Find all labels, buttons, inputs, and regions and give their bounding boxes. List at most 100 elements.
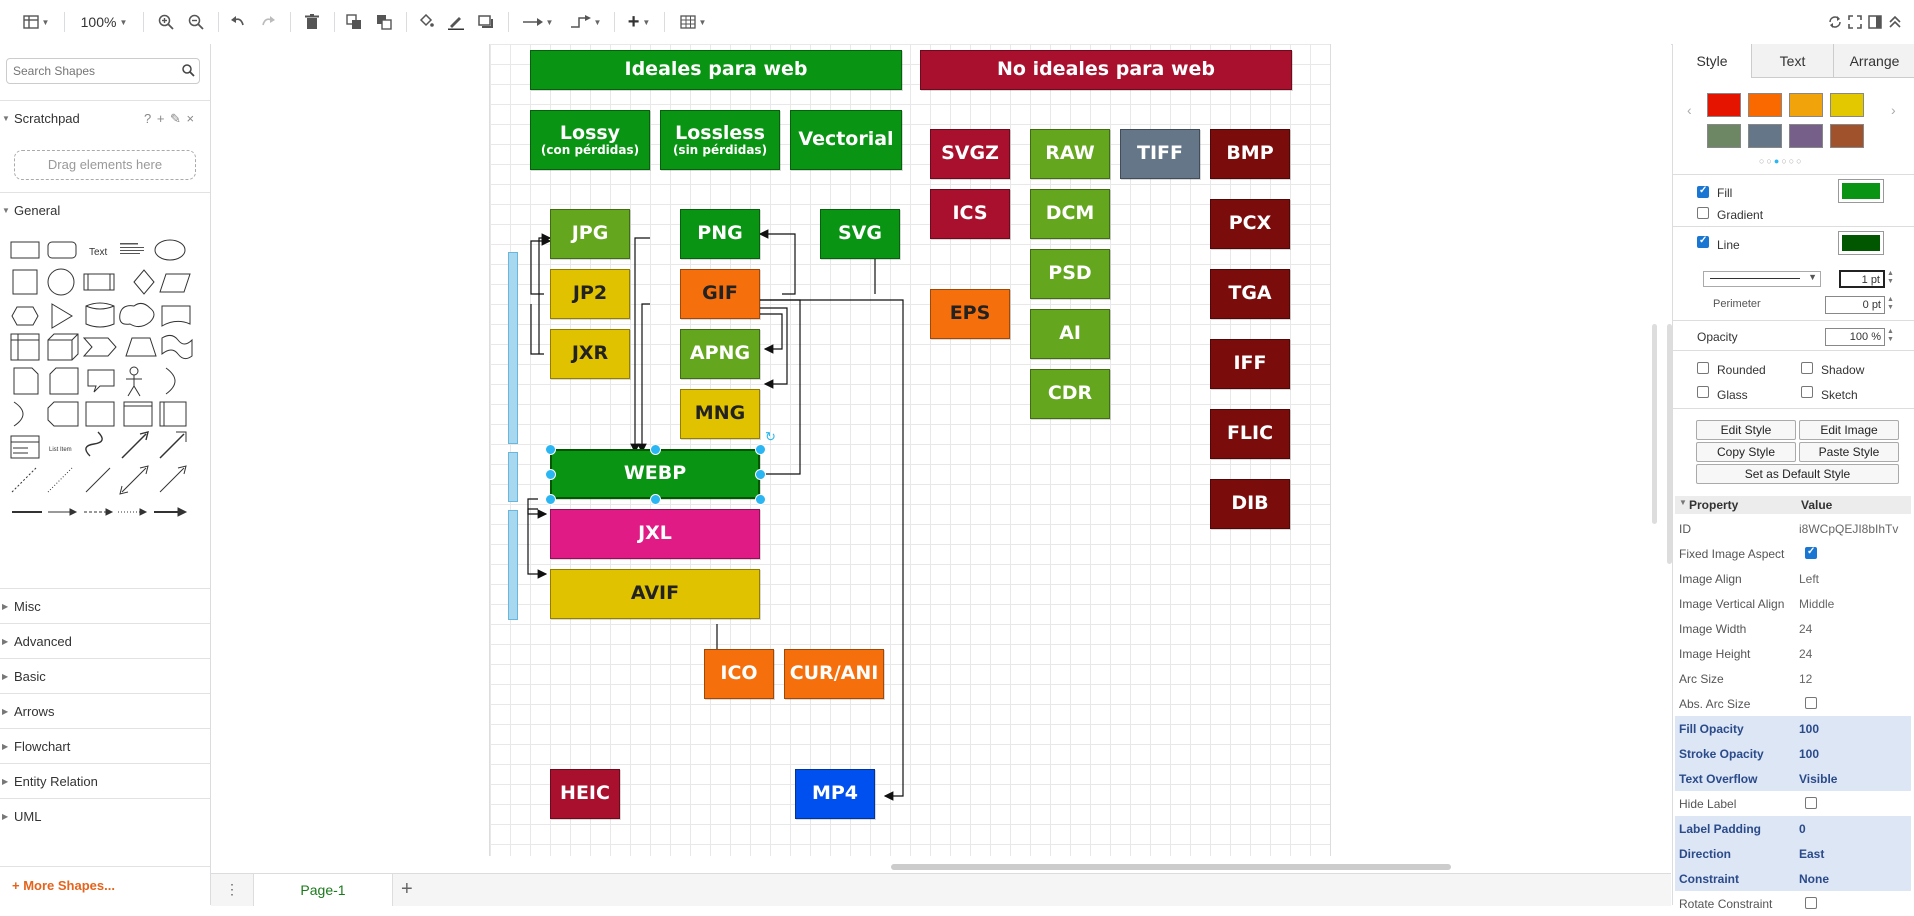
resize-handle[interactable]: [650, 494, 661, 505]
node-iff[interactable]: IFF: [1210, 339, 1290, 389]
resize-handle[interactable]: [755, 444, 766, 455]
node-jp2[interactable]: JP2: [550, 269, 630, 319]
node-psd[interactable]: PSD: [1030, 249, 1110, 299]
redo-icon[interactable]: [256, 10, 280, 34]
color-swatch[interactable]: [1707, 93, 1741, 117]
more-shapes-button[interactable]: + More Shapes...: [0, 866, 210, 905]
zoom-dropdown[interactable]: 100% ▼: [76, 10, 132, 34]
node-mp4[interactable]: MP4: [795, 769, 875, 819]
scratchpad-actions[interactable]: ? + ✎ ×: [144, 111, 195, 127]
rotate-handle-icon[interactable]: ↻: [765, 429, 776, 445]
line-width-input[interactable]: 1 pt: [1839, 270, 1885, 288]
property-value[interactable]: 24: [1799, 647, 1812, 661]
zoom-out-icon[interactable]: [184, 10, 208, 34]
section-arrows[interactable]: ▶ Arrows: [0, 693, 210, 728]
property-value[interactable]: 24: [1799, 622, 1812, 636]
property-row[interactable]: Label Padding 0: [1675, 816, 1911, 841]
section-advanced[interactable]: ▶ Advanced: [0, 623, 210, 658]
collapse-icon[interactable]: [1886, 10, 1904, 34]
property-row[interactable]: Image Height 24: [1675, 641, 1911, 666]
node-mng[interactable]: MNG: [680, 389, 760, 439]
property-value[interactable]: 12: [1799, 672, 1812, 686]
resize-handle[interactable]: [545, 494, 556, 505]
node-heic[interactable]: HEIC: [550, 769, 620, 819]
table-icon[interactable]: ▼: [676, 10, 710, 34]
property-row[interactable]: Fixed Image Aspect: [1675, 541, 1911, 566]
property-row[interactable]: Arc Size 12: [1675, 666, 1911, 691]
undo-icon[interactable]: [226, 10, 250, 34]
pages-menu-icon[interactable]: ⋮: [225, 881, 239, 898]
horizontal-scrollbar[interactable]: [891, 864, 1451, 870]
swatch-pager[interactable]: ○○●○○○: [1759, 156, 1804, 166]
color-swatch[interactable]: [1748, 124, 1782, 148]
group-bar[interactable]: [508, 510, 518, 620]
color-swatch[interactable]: [1789, 93, 1823, 117]
property-row[interactable]: Constraint None: [1675, 866, 1911, 891]
edit-image-button[interactable]: Edit Image: [1799, 420, 1899, 440]
search-icon[interactable]: [182, 64, 195, 77]
property-row[interactable]: Image Vertical Align Middle: [1675, 591, 1911, 616]
shadow-icon[interactable]: [474, 10, 498, 34]
node-jxl[interactable]: JXL: [550, 509, 760, 559]
color-swatch[interactable]: [1707, 124, 1741, 148]
edit-style-button[interactable]: Edit Style: [1696, 420, 1796, 440]
resize-handle[interactable]: [650, 444, 661, 455]
section-entity-relation[interactable]: ▶ Entity Relation: [0, 763, 210, 798]
property-row[interactable]: Rotate Constraint: [1675, 891, 1911, 916]
group-bar[interactable]: [508, 452, 518, 502]
resize-handle[interactable]: [755, 494, 766, 505]
category-lossless[interactable]: Lossless (sin pérdidas): [660, 110, 780, 170]
shadow-checkbox[interactable]: [1801, 362, 1813, 374]
perimeter-spinner[interactable]: ▲ ▼: [1887, 296, 1894, 312]
fill-checkbox[interactable]: [1697, 185, 1709, 198]
category-vectorial[interactable]: Vectorial: [790, 110, 902, 170]
resize-handle[interactable]: [755, 469, 766, 480]
chevron-left-icon[interactable]: ‹: [1687, 102, 1692, 118]
add-page-icon[interactable]: +: [401, 878, 413, 901]
property-checkbox[interactable]: [1805, 546, 1817, 559]
general-section-header[interactable]: ▼ General: [0, 192, 210, 227]
property-value[interactable]: i8WCpQEJI8bIhTv: [1799, 522, 1898, 536]
color-swatch[interactable]: [1830, 124, 1864, 148]
section-flowchart[interactable]: ▶ Flowchart: [0, 728, 210, 763]
node-svgz[interactable]: SVGZ: [930, 129, 1010, 179]
property-value[interactable]: 0: [1799, 822, 1806, 836]
panel-scrollbar[interactable]: [1667, 324, 1672, 564]
color-swatch[interactable]: [1830, 93, 1864, 117]
node-svg[interactable]: SVG: [820, 209, 900, 259]
insert-icon[interactable]: + ▼: [622, 10, 656, 34]
property-row[interactable]: Stroke Opacity 100: [1675, 741, 1911, 766]
property-checkbox[interactable]: [1805, 797, 1817, 809]
property-row[interactable]: Image Width 24: [1675, 616, 1911, 641]
sidebar-toggle-icon[interactable]: ▼: [18, 10, 54, 34]
glass-checkbox[interactable]: [1697, 386, 1709, 398]
rounded-checkbox[interactable]: [1697, 362, 1709, 374]
fullscreen-icon[interactable]: [1846, 10, 1864, 34]
opacity-spinner[interactable]: ▲ ▼: [1887, 328, 1894, 344]
sync-icon[interactable]: [1826, 10, 1844, 34]
sketch-checkbox[interactable]: [1801, 386, 1813, 398]
node-gif[interactable]: GIF: [680, 269, 760, 319]
property-row[interactable]: Abs. Arc Size: [1675, 691, 1911, 716]
section-basic[interactable]: ▶ Basic: [0, 658, 210, 693]
line-width-spinner[interactable]: ▲ ▼: [1887, 270, 1894, 286]
line-checkbox[interactable]: [1697, 235, 1709, 248]
copy-style-button[interactable]: Copy Style: [1696, 442, 1796, 462]
node-ai[interactable]: AI: [1030, 309, 1110, 359]
property-value[interactable]: East: [1799, 847, 1824, 861]
gradient-checkbox[interactable]: [1697, 207, 1709, 219]
category-lossy[interactable]: Lossy (con pérdidas): [530, 110, 650, 170]
node-png[interactable]: PNG: [680, 209, 760, 259]
node-eps[interactable]: EPS: [930, 289, 1010, 339]
property-checkbox[interactable]: [1805, 897, 1817, 909]
waypoints-icon[interactable]: ▼: [566, 10, 606, 34]
line-pattern-select[interactable]: ▼: [1703, 271, 1821, 287]
property-value[interactable]: Middle: [1799, 597, 1834, 611]
tab-arrange[interactable]: Arrange: [1833, 44, 1914, 78]
property-row[interactable]: Hide Label: [1675, 791, 1911, 816]
property-value[interactable]: 100: [1799, 747, 1819, 761]
chevron-right-icon[interactable]: ›: [1891, 102, 1896, 118]
property-row[interactable]: Direction East: [1675, 841, 1911, 866]
node-jxr[interactable]: JXR: [550, 329, 630, 379]
general-shapes-palette[interactable]: Text List Item: [8, 234, 198, 584]
